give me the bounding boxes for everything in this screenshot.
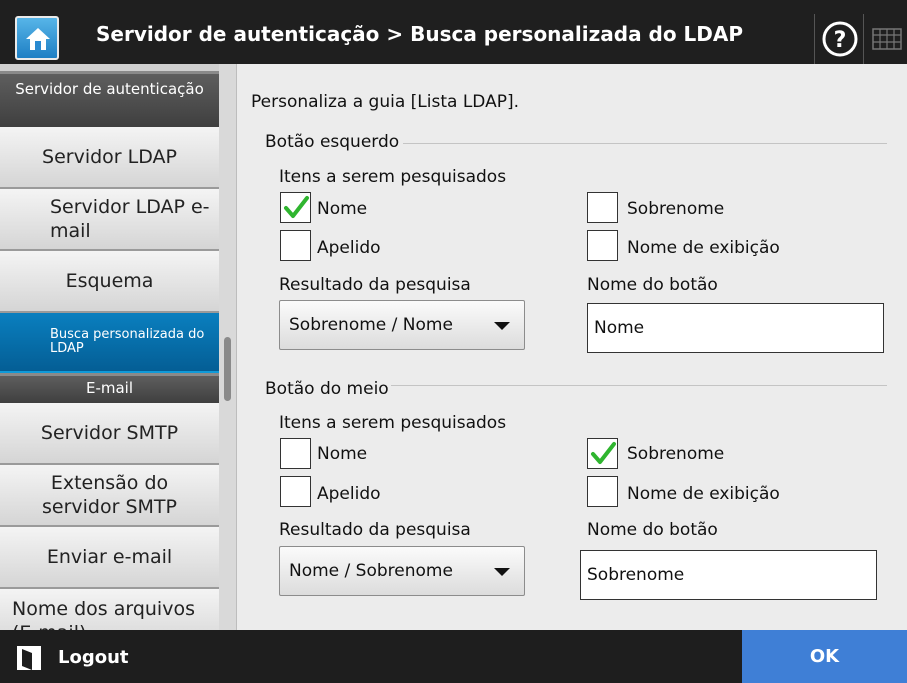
sidebar-item-ldap-server[interactable]: Servidor LDAP: [0, 127, 219, 189]
search-result-label: Resultado da pesquisa: [279, 275, 471, 295]
sidebar-item-send-email[interactable]: Enviar e-mail: [0, 527, 219, 589]
checkbox-middle-nome-exibicao[interactable]: [587, 476, 618, 507]
checkbox-label: Apelido: [317, 238, 381, 258]
keyboard-icon: [872, 28, 902, 50]
sidebar-item-ldap-custom-search[interactable]: Busca personalizada do LDAP: [0, 313, 219, 373]
search-result-label: Resultado da pesquisa: [279, 520, 471, 540]
checkbox-label: Sobrenome: [627, 199, 725, 219]
checkbox-middle-nome[interactable]: [280, 438, 311, 469]
help-button[interactable]: ?: [814, 14, 864, 64]
checkbox-left-nome[interactable]: [280, 192, 311, 223]
app-window: Servidor de autenticação > Busca persona…: [0, 0, 907, 683]
sidebar-category-auth-server: Servidor de autenticação: [0, 71, 219, 127]
search-items-label: Itens a serem pesquisados: [279, 413, 507, 433]
search-result-dropdown-left[interactable]: Sobrenome / Nome: [279, 300, 525, 350]
section-divider: [403, 143, 887, 144]
sidebar-item-email-filenames[interactable]: Nome dos arquivos (E-mail): [0, 589, 219, 630]
footer-bar: Logout OK: [0, 630, 907, 683]
sidebar-item-smtp-extension[interactable]: Extensão do servidor SMTP: [0, 465, 219, 527]
checkbox-label: Nome: [317, 444, 368, 464]
section-title-left-button: Botão esquerdo: [265, 132, 400, 152]
search-result-dropdown-middle[interactable]: Nome / Sobrenome: [279, 546, 525, 596]
logout-icon: [17, 646, 41, 670]
checkbox-label: Sobrenome: [627, 444, 725, 464]
section-divider: [391, 385, 887, 386]
help-icon: ?: [822, 21, 858, 57]
dropdown-arrow-icon: [494, 568, 510, 576]
ok-button[interactable]: OK: [742, 630, 907, 683]
main-content: Personaliza a guia [Lista LDAP]. Botão e…: [236, 64, 907, 630]
header-bar: Servidor de autenticação > Busca persona…: [0, 0, 907, 64]
button-name-input-middle[interactable]: Sobrenome: [580, 550, 877, 600]
page-title: Servidor de autenticação > Busca persona…: [96, 22, 744, 46]
page-description: Personaliza a guia [Lista LDAP].: [251, 92, 520, 112]
checkmark-icon: [591, 442, 616, 464]
dropdown-value: Sobrenome / Nome: [289, 315, 453, 335]
checkbox-left-apelido[interactable]: [280, 230, 311, 261]
svg-text:?: ?: [834, 28, 847, 53]
checkbox-label: Nome de exibição: [627, 484, 780, 504]
sidebar-item-smtp-server[interactable]: Servidor SMTP: [0, 403, 219, 465]
checkbox-label: Nome de exibição: [627, 238, 780, 258]
checkbox-label: Nome: [317, 199, 368, 219]
button-name-label: Nome do botão: [587, 275, 718, 295]
checkmark-icon: [284, 196, 309, 218]
checkbox-left-nome-exibicao[interactable]: [587, 230, 618, 261]
logout-label: Logout: [58, 647, 129, 668]
checkbox-middle-sobrenome[interactable]: [587, 438, 618, 469]
sidebar-item-schema[interactable]: Esquema: [0, 251, 219, 313]
checkbox-left-sobrenome[interactable]: [587, 192, 618, 223]
checkbox-middle-apelido[interactable]: [280, 476, 311, 507]
home-icon: [26, 28, 50, 50]
button-name-input-left[interactable]: Nome: [587, 303, 884, 353]
keyboard-button[interactable]: [868, 14, 907, 64]
home-button[interactable]: [15, 16, 59, 60]
sidebar-scrollbar-thumb[interactable]: [224, 337, 231, 401]
sidebar-item-ldap-email-server[interactable]: Servidor LDAP e-mail: [0, 189, 219, 251]
search-items-label: Itens a serem pesquisados: [279, 167, 507, 187]
button-name-label: Nome do botão: [587, 520, 718, 540]
sidebar-category-email: E-mail: [0, 373, 219, 403]
sidebar: Servidor de autenticação Servidor LDAP S…: [0, 64, 219, 630]
dropdown-arrow-icon: [494, 322, 510, 330]
logout-button[interactable]: Logout: [0, 630, 150, 683]
checkbox-label: Apelido: [317, 484, 381, 504]
dropdown-value: Nome / Sobrenome: [289, 561, 453, 581]
section-title-middle-button: Botão do meio: [265, 379, 389, 399]
